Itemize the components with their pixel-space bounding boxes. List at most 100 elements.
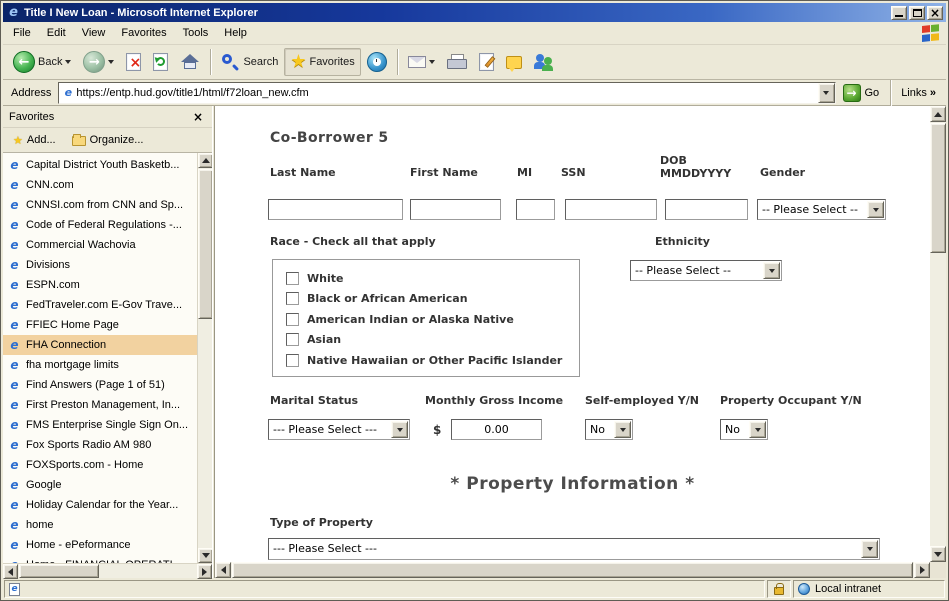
forward-dropdown-icon[interactable] [108,60,114,64]
race-checkbox-american-indian[interactable] [286,313,299,326]
favorite-item[interactable]: eHome - FINANCIAL OPERATI... [3,555,197,563]
ssn-input[interactable] [565,199,657,220]
first-name-input[interactable] [410,199,501,220]
scroll-down-button[interactable] [198,548,212,563]
favorite-item[interactable]: ehome [3,515,197,535]
marital-status-select[interactable]: --- Please Select --- [268,419,410,440]
property-occupant-select[interactable]: No [720,419,768,440]
address-dropdown-button[interactable] [818,83,835,103]
gender-select[interactable]: -- Please Select -- [757,199,886,220]
favorite-item-selected[interactable]: eFHA Connection [3,335,197,355]
favorites-horizontal-scrollbar[interactable] [3,563,212,578]
menu-file[interactable]: File [5,24,39,42]
scroll-right-button[interactable] [197,564,212,579]
scroll-left-button[interactable] [215,562,231,578]
gender-select-value: -- Please Select -- [758,200,885,219]
mi-input[interactable] [516,199,555,220]
scrollbar-thumb[interactable] [232,562,913,578]
favorites-label: Favorites [309,56,354,68]
property-information-heading: * Property Information * [215,474,930,494]
scroll-down-button[interactable] [930,546,946,562]
dropdown-arrow-button[interactable] [861,540,878,558]
search-button[interactable]: Search [215,48,284,76]
race-checkbox-white[interactable] [286,272,299,285]
race-checkbox-black[interactable] [286,292,299,305]
page-horizontal-scrollbar[interactable] [215,562,930,578]
favorite-item[interactable]: eFedTraveler.com E-Gov Trave... [3,295,197,315]
favorite-item[interactable]: eFFIEC Home Page [3,315,197,335]
go-button[interactable]: → Go [836,81,887,105]
ethnicity-select[interactable]: -- Please Select -- [630,260,782,281]
marital-status-select-value: --- Please Select --- [269,420,409,439]
scrollbar-thumb[interactable] [198,169,212,319]
back-button[interactable]: ← Back [7,48,77,76]
stop-button[interactable]: × [120,48,147,76]
links-toolbar[interactable]: Links » [895,87,942,99]
dropdown-arrow-button[interactable] [867,201,884,218]
back-dropdown-icon[interactable] [65,60,71,64]
messenger-button[interactable] [528,48,560,76]
menu-edit[interactable]: Edit [39,24,74,42]
organize-favorites-button[interactable]: Organize... [65,131,151,149]
favorite-item[interactable]: eCapital District Youth Basketb... [3,155,197,175]
favorite-item[interactable]: eFMS Enterprise Single Sign On... [3,415,197,435]
favorite-item[interactable]: eGoogle [3,475,197,495]
dropdown-arrow-button[interactable] [763,262,780,279]
history-button[interactable] [361,48,393,76]
favorite-item[interactable]: eCNNSI.com from CNN and Sp... [3,195,197,215]
home-button[interactable] [174,48,206,76]
last-name-input[interactable] [268,199,403,220]
favorite-item[interactable]: eESPN.com [3,275,197,295]
web-page: Co-Borrower 5 Last Name First Name MI SS… [215,106,930,562]
dropdown-arrow-button[interactable] [391,421,408,438]
favorite-item[interactable]: eFOXSports.com - Home [3,455,197,475]
discuss-button[interactable] [500,48,528,76]
maximize-button[interactable] [909,6,925,20]
self-employed-select[interactable]: No [585,419,633,440]
favorite-item[interactable]: eFind Answers (Page 1 of 51) [3,375,197,395]
favorite-item[interactable]: eHome - ePeformance [3,535,197,555]
favorites-close-button[interactable]: × [190,110,206,124]
monthly-income-input[interactable] [451,419,542,440]
property-type-select[interactable]: --- Please Select --- [268,538,880,560]
close-button[interactable]: × [927,6,943,20]
menu-tools[interactable]: Tools [175,24,217,42]
favorite-item[interactable]: eFirst Preston Management, In... [3,395,197,415]
dob-input[interactable] [665,199,748,220]
race-checkbox-native-hawaiian[interactable] [286,354,299,367]
edit-button[interactable] [473,48,500,76]
race-checkbox-asian[interactable] [286,333,299,346]
favorite-item[interactable]: efha mortgage limits [3,355,197,375]
add-favorite-button[interactable]: ★ Add... [6,131,63,150]
minimize-button[interactable] [891,6,907,20]
page-favicon: e [62,87,74,98]
forward-button[interactable]: → [77,48,120,76]
menu-view[interactable]: View [74,24,114,42]
scrollbar-thumb[interactable] [19,564,99,578]
standard-toolbar: ← Back → × Search ★ Favorites [3,45,946,80]
scrollbar-thumb[interactable] [930,123,946,253]
menu-favorites[interactable]: Favorites [113,24,174,42]
dropdown-arrow-button[interactable] [614,421,631,438]
mail-dropdown-icon[interactable] [429,60,435,64]
favorite-item[interactable]: eCommercial Wachovia [3,235,197,255]
favorite-item[interactable]: eHoliday Calendar for the Year... [3,495,197,515]
refresh-button[interactable] [147,48,174,76]
scroll-left-button[interactable] [3,564,18,579]
menu-help[interactable]: Help [216,24,255,42]
favorite-item[interactable]: eFox Sports Radio AM 980 [3,435,197,455]
dropdown-arrow-button[interactable] [749,421,766,438]
mail-button[interactable] [402,48,441,76]
address-input[interactable] [74,84,817,102]
page-vertical-scrollbar[interactable] [930,106,946,562]
print-button[interactable] [441,48,473,76]
scroll-up-button[interactable] [930,106,946,122]
favorite-item[interactable]: eDivisions [3,255,197,275]
favorites-vertical-scrollbar[interactable] [197,153,212,563]
favorite-item[interactable]: eCode of Federal Regulations -... [3,215,197,235]
favorite-item[interactable]: eCNN.com [3,175,197,195]
favorites-button[interactable]: ★ Favorites [284,48,360,76]
scroll-right-button[interactable] [914,562,930,578]
scroll-up-button[interactable] [198,153,212,168]
favorites-panel-header: Favorites × [3,106,212,128]
